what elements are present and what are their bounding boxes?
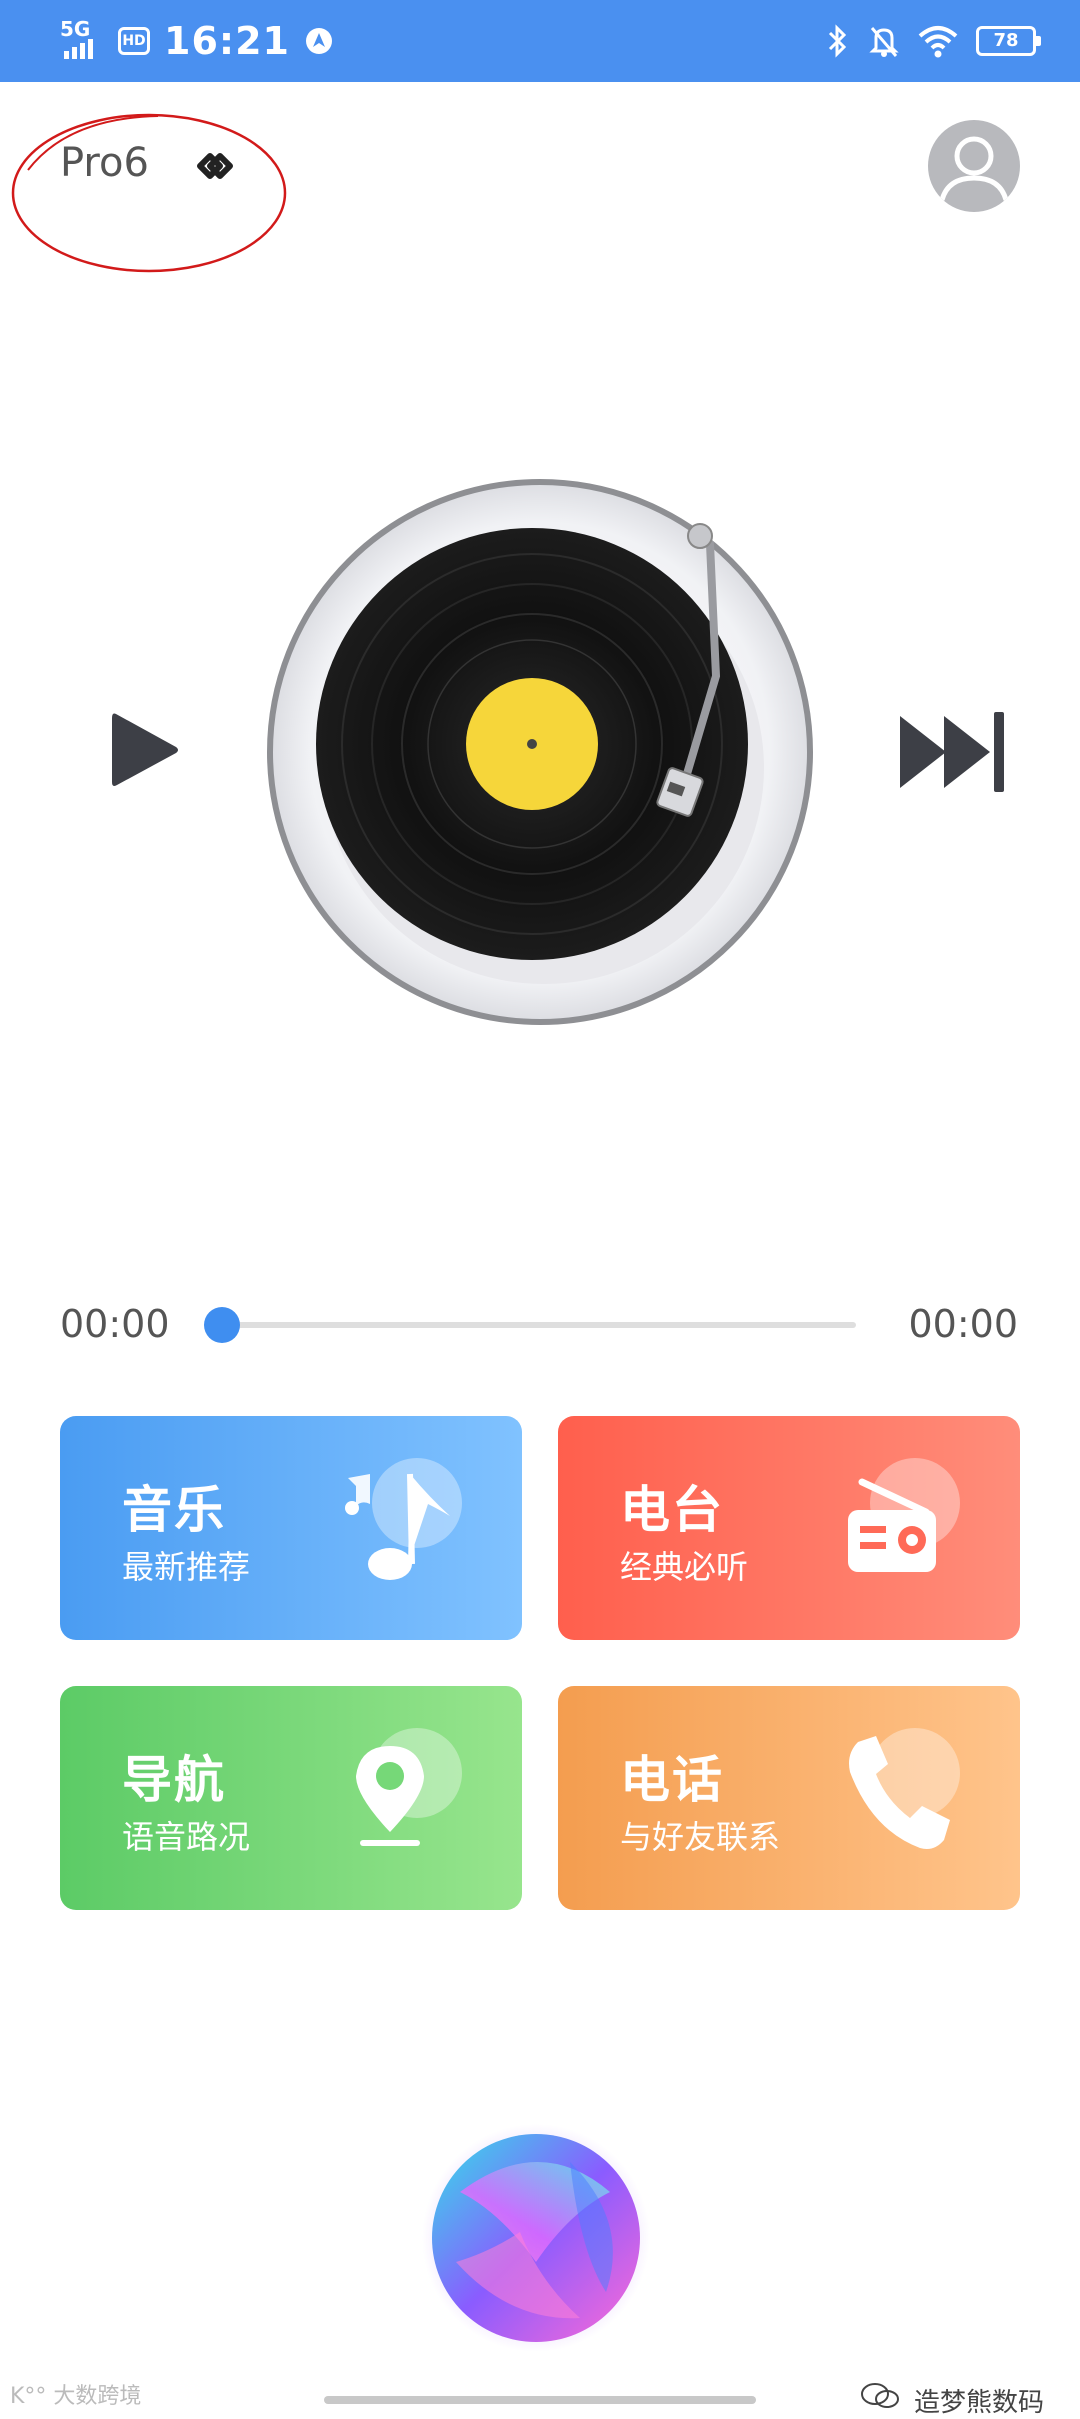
music-note-icon <box>345 1473 450 1580</box>
status-bar: 5G HD 16:21 78 <box>0 0 1080 82</box>
network-type-label: 5G <box>60 17 91 41</box>
bluetooth-icon <box>828 24 847 58</box>
user-avatar-icon[interactable] <box>928 120 1020 212</box>
card-title: 导航 <box>122 1751 226 1809</box>
next-track-icon[interactable] <box>898 710 1010 794</box>
wifi-icon <box>918 26 958 58</box>
card-subtitle: 经典必听 <box>620 1548 749 1586</box>
card-title: 音乐 <box>122 1481 226 1539</box>
total-duration: 00:00 <box>908 1302 1018 1346</box>
status-right: 78 <box>826 18 1041 64</box>
status-left: 5G HD 16:21 <box>60 16 334 66</box>
turntable-record <box>267 479 813 1025</box>
elapsed-time: 00:00 <box>60 1302 170 1346</box>
card-subtitle: 语音路况 <box>122 1818 251 1856</box>
signal-icon: 5G <box>60 17 104 63</box>
phone-icon <box>849 1736 950 1849</box>
navigation-card[interactable]: 导航 语音路况 <box>60 1686 522 1910</box>
voice-assistant-orb[interactable] <box>420 2122 652 2354</box>
home-indicator[interactable] <box>324 2396 756 2404</box>
location-icon <box>305 28 332 54</box>
radio-icon <box>848 1478 936 1572</box>
annotation-circle <box>11 113 287 273</box>
card-title: 电话 <box>620 1751 724 1809</box>
watermark-left: K°° 大数跨境 <box>10 2384 142 2409</box>
card-subtitle: 与好友联系 <box>620 1818 781 1856</box>
progress-thumb[interactable] <box>204 1307 240 1343</box>
music-card[interactable]: 音乐 最新推荐 <box>60 1416 522 1640</box>
card-subtitle: 最新推荐 <box>122 1548 251 1586</box>
progress-track[interactable] <box>222 1322 856 1328</box>
location-pin-icon <box>356 1746 424 1846</box>
hd-icon: HD <box>118 27 150 55</box>
phone-card[interactable]: 电话 与好友联系 <box>558 1686 1020 1910</box>
wechat-icon <box>861 2383 899 2408</box>
mute-icon <box>869 27 899 57</box>
play-icon[interactable] <box>108 708 182 792</box>
watermark-right: 造梦熊数码 <box>913 2388 1044 2418</box>
battery-icon: 78 <box>976 26 1041 56</box>
clock: 16:21 <box>164 19 290 63</box>
card-title: 电台 <box>620 1481 724 1539</box>
radio-card[interactable]: 电台 经典必听 <box>558 1416 1020 1640</box>
